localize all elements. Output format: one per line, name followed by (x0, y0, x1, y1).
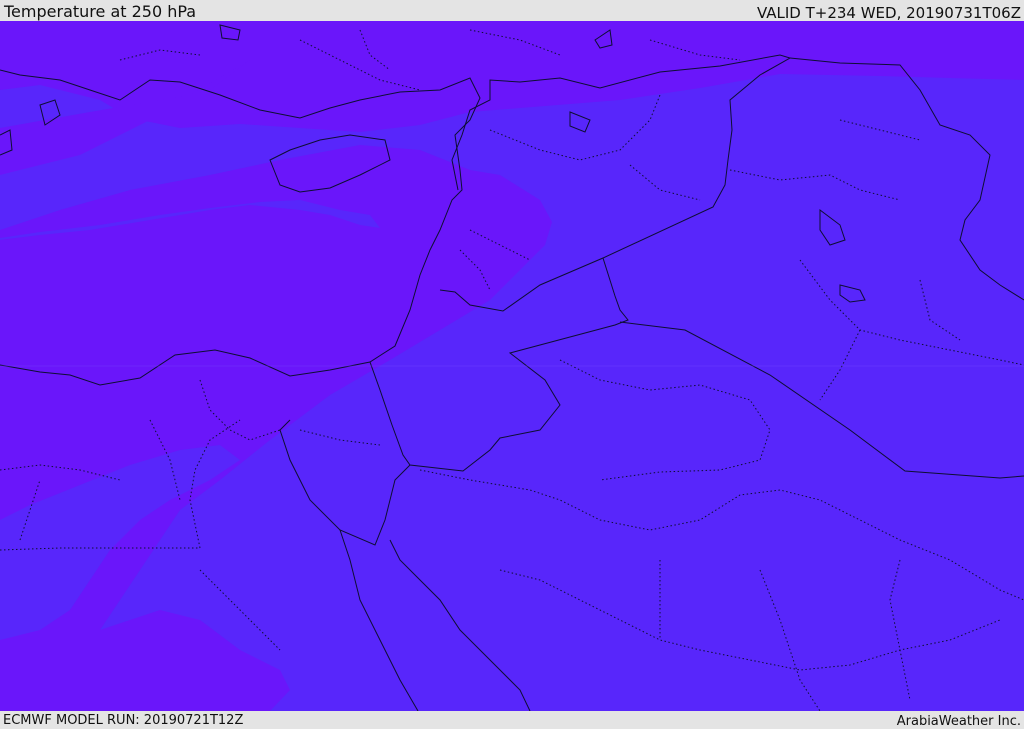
map-title: Temperature at 250 hPa (4, 2, 197, 21)
valid-time-label: VALID T+234 WED, 20190731T06Z (756, 4, 1021, 22)
model-run-label: ECMWF MODEL RUN: 20190721T12Z (3, 713, 244, 728)
credit-label: ArabiaWeather Inc. (896, 714, 1021, 729)
footer-bar: ECMWF MODEL RUN: 20190721T12Z ArabiaWeat… (0, 711, 1024, 729)
map-canvas (0, 21, 1024, 711)
header-bar: Temperature at 250 hPa VALID T+234 WED, … (0, 0, 1024, 22)
temperature-map[interactable] (0, 21, 1024, 711)
